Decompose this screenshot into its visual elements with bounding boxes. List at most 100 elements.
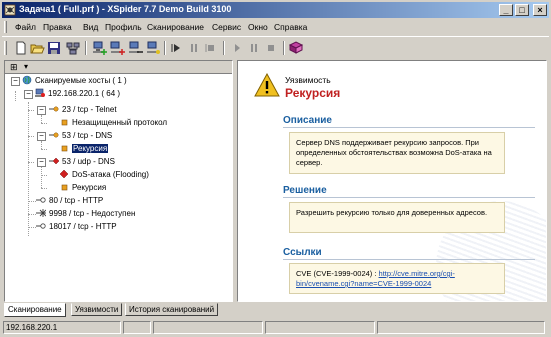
tree-line	[41, 188, 47, 189]
toolbar-separator	[223, 41, 225, 55]
tree-line	[28, 214, 36, 215]
window-title: Задача1 ( Full.prf ) - XSpider 7.7 Demo …	[19, 4, 232, 14]
tree-port-node[interactable]: 9998 / tcp - Недоступен	[36, 208, 135, 220]
play-icon[interactable]	[229, 40, 245, 56]
tree-collapse-toggle[interactable]: −	[37, 132, 46, 141]
tree-line	[41, 123, 47, 124]
menu-service[interactable]: Сервис	[212, 22, 241, 32]
maximize-button[interactable]: □	[515, 4, 529, 16]
hosts-add-icon[interactable]	[109, 40, 125, 56]
info-square-icon	[61, 184, 68, 191]
tree-vuln-node[interactable]: Незащищенный протокол	[59, 117, 167, 129]
tree-label: 23 / tcp - Telnet	[62, 105, 117, 114]
menu-edit[interactable]: Правка	[43, 22, 72, 32]
tree-collapse-toggle[interactable]: −	[11, 77, 20, 86]
new-icon[interactable]	[13, 40, 29, 56]
tree-label: DoS-атака (Flooding)	[72, 170, 149, 179]
tree-root-scanned-hosts[interactable]: Сканируемые хосты ( 1 )	[22, 75, 127, 87]
cve-prefix: CVE (CVE-1999-0024) :	[296, 269, 379, 278]
stop-scan-icon[interactable]	[203, 40, 219, 56]
tree-label: 18017 / tcp - HTTP	[49, 222, 117, 231]
vuln-diamond-icon	[59, 169, 69, 179]
stop-icon[interactable]	[263, 40, 279, 56]
toolbar-separator	[283, 41, 285, 55]
toolbar-separator	[164, 41, 166, 55]
tree-line	[41, 149, 47, 150]
pause-icon[interactable]	[246, 40, 262, 56]
menu-view[interactable]: Вид	[83, 22, 98, 32]
hosts-tree: − Сканируемые хосты ( 1 ) − 192.168.220.…	[5, 75, 232, 301]
tab-scanning[interactable]: Сканирование	[4, 303, 66, 317]
menu-window[interactable]: Окно	[248, 22, 268, 32]
tree-header: ⊞ ▾	[5, 61, 232, 74]
host-computer-icon	[35, 88, 45, 97]
description-heading: Описание	[283, 115, 332, 126]
close-button[interactable]: ×	[533, 4, 547, 16]
host-add-icon[interactable]	[91, 40, 107, 56]
tree-port-node[interactable]: 80 / tcp - HTTP	[36, 195, 103, 207]
minimize-button[interactable]: _	[499, 4, 513, 16]
title-bar[interactable]: Задача1 ( Full.prf ) - XSpider 7.7 Demo …	[2, 2, 549, 18]
tree-port-node[interactable]: 53 / udp - DNS	[49, 156, 115, 168]
vulnerability-caption: Уязвимость	[285, 75, 331, 85]
pause-scan-icon[interactable]	[186, 40, 202, 56]
tree-label: Сканируемые хосты ( 1 )	[35, 76, 127, 85]
status-bar: 192.168.220.1	[2, 320, 549, 335]
port-open-icon	[49, 132, 59, 138]
status-panel	[377, 321, 545, 334]
tree-label: Незащищенный протокол	[72, 118, 168, 127]
tree-line	[41, 167, 42, 188]
start-scan-icon[interactable]	[169, 40, 185, 56]
toolbar-grip[interactable]	[4, 41, 7, 55]
tree-collapse-toggle[interactable]: −	[24, 90, 33, 99]
solution-text: Разрешить рекурсию только для доверенных…	[296, 208, 488, 217]
menu-file[interactable]: Файл	[15, 22, 36, 32]
info-square-icon	[61, 119, 68, 126]
tree-line	[28, 201, 36, 202]
hosts-tree-panel: ⊞ ▾ − Сканируемые хосты ( 1 ) − 192.168.…	[4, 60, 233, 302]
expand-all-icon[interactable]: ⊞	[10, 62, 18, 73]
tree-line	[28, 136, 34, 137]
tree-collapse-toggle[interactable]: −	[37, 106, 46, 115]
menu-help[interactable]: Справка	[274, 22, 307, 32]
host-remove-icon[interactable]	[127, 40, 143, 56]
tree-label: 9998 / tcp - Недоступен	[49, 209, 136, 218]
tree-label: Рекурсия	[72, 183, 107, 192]
tree-line	[41, 141, 42, 149]
toolbar-separator	[85, 41, 87, 55]
description-text: Сервер DNS поддерживает рекурсию запросо…	[296, 138, 492, 167]
tree-host-node[interactable]: 192.168.220.1 ( 64 )	[35, 88, 120, 100]
tab-vulnerabilities[interactable]: Уязвимости	[71, 303, 123, 316]
host-properties-icon[interactable]	[145, 40, 161, 56]
tab-scan-history[interactable]: История сканирований	[125, 303, 219, 316]
tree-line	[41, 175, 47, 176]
tree-vuln-node[interactable]: Рекурсия	[59, 182, 106, 194]
save-icon[interactable]	[46, 40, 62, 56]
status-panel	[153, 321, 263, 334]
port-icon	[36, 223, 46, 229]
dropdown-arrow-icon[interactable]: ▾	[24, 62, 28, 71]
tree-port-node[interactable]: 53 / tcp - DNS	[49, 130, 112, 142]
tree-label: 192.168.220.1 ( 64 )	[48, 89, 121, 98]
menubar-grip[interactable]	[4, 21, 7, 33]
tree-port-node[interactable]: 18017 / tcp - HTTP	[36, 221, 117, 233]
open-icon[interactable]	[29, 40, 45, 56]
tree-line	[41, 115, 42, 123]
links-box: CVE (CVE-1999-0024) : http://cve.mitre.o…	[289, 263, 505, 294]
tree-vuln-node[interactable]: DoS-атака (Flooding)	[59, 169, 149, 181]
menu-scan[interactable]: Сканирование	[147, 22, 204, 32]
section-divider	[283, 197, 535, 198]
network-globe-icon	[22, 75, 32, 85]
tree-port-node[interactable]: 23 / tcp - Telnet	[49, 104, 117, 116]
xspider-app-icon[interactable]	[4, 4, 16, 16]
menu-profile[interactable]: Профиль	[105, 22, 142, 32]
toolbar	[2, 36, 549, 58]
app-window: Задача1 ( Full.prf ) - XSpider 7.7 Demo …	[0, 0, 551, 337]
tree-collapse-toggle[interactable]: −	[37, 158, 46, 167]
tree-line	[28, 162, 34, 163]
tree-label: 80 / tcp - HTTP	[49, 196, 104, 205]
book-icon[interactable]	[288, 40, 304, 56]
tree-vuln-node-selected[interactable]: Рекурсия	[59, 143, 109, 155]
tree-line	[28, 102, 29, 236]
network-scan-icon[interactable]	[65, 40, 81, 56]
